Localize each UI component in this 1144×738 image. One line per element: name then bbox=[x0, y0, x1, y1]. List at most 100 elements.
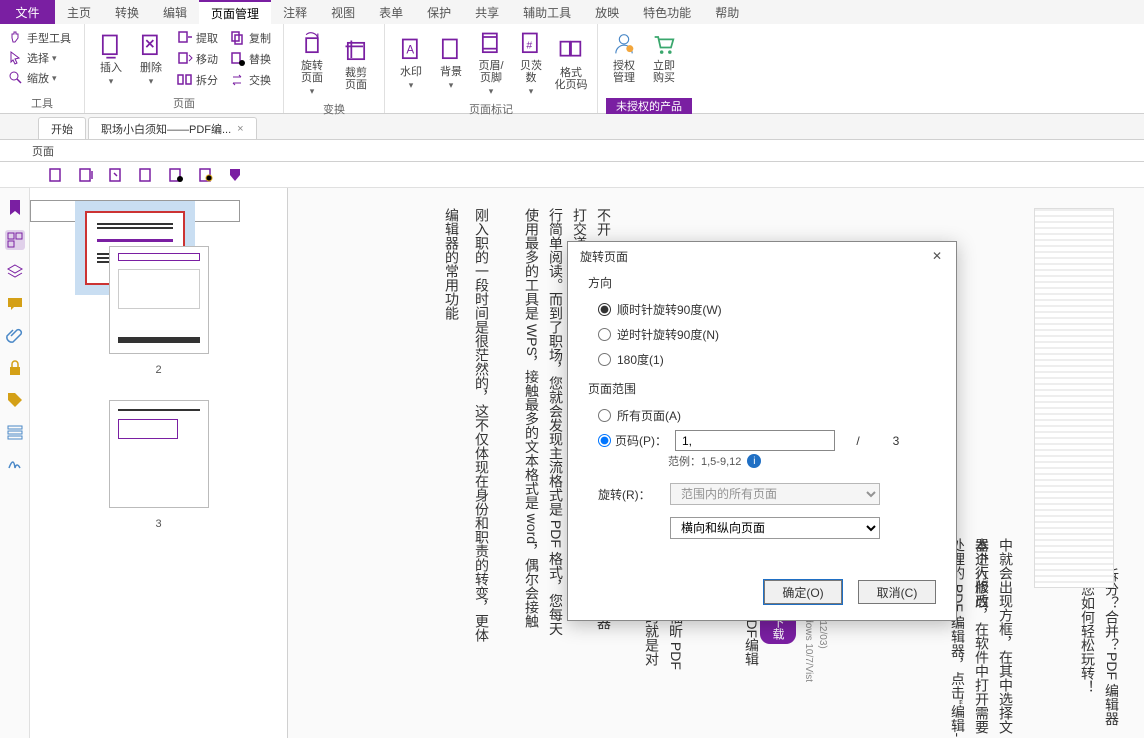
radio-cw[interactable]: 顺时针旋转90度(W) bbox=[588, 297, 936, 322]
menu-help[interactable]: 帮助 bbox=[703, 0, 751, 24]
background[interactable]: 背景▾ bbox=[431, 34, 471, 93]
page-move-label: 移动 bbox=[196, 51, 218, 67]
sidetab-thumbnails-icon[interactable] bbox=[5, 230, 25, 250]
rotate-scope-select[interactable]: 范围内的所有页面 bbox=[670, 483, 880, 505]
thumb-tool-2-icon[interactable] bbox=[78, 167, 94, 183]
tool-select[interactable]: 选择▾ bbox=[6, 48, 78, 68]
thumb-tool-5-icon[interactable] bbox=[168, 167, 184, 183]
page-rotate[interactable]: 旋转 页面▾ bbox=[290, 28, 334, 99]
page-replace[interactable]: 替换 bbox=[228, 49, 273, 69]
insert-icon bbox=[97, 32, 125, 60]
radio-180-input[interactable] bbox=[598, 353, 611, 366]
page-copy[interactable]: 复制 bbox=[228, 28, 273, 48]
radio-all-input[interactable] bbox=[598, 409, 611, 422]
tool-hand[interactable]: 手型工具 bbox=[6, 28, 78, 48]
page-split[interactable]: 拆分 bbox=[175, 70, 220, 90]
replace-icon bbox=[230, 51, 246, 67]
doc-text: 编辑器的常用功能 bbox=[440, 208, 464, 320]
radio-180[interactable]: 180度(1) bbox=[588, 347, 936, 372]
rotate-icon bbox=[298, 30, 326, 58]
watermark-label: 水印 bbox=[400, 66, 422, 78]
doc-text: 行简单阅读。而到了职场，您就会发现主流格式是 PDF 格式，您每天 bbox=[544, 208, 568, 636]
bates[interactable]: #贝茨 数▾ bbox=[511, 28, 551, 99]
ok-button[interactable]: 确定(O) bbox=[764, 580, 842, 604]
close-icon[interactable]: × bbox=[237, 123, 243, 135]
ribbon: 手型工具 选择▾ 缩放▾ 工具 插入▾ 删除▾ 提取 移动 拆分 复制 替换 交… bbox=[0, 24, 1144, 114]
zoom-icon bbox=[8, 70, 24, 86]
thumb-tool-6-icon[interactable] bbox=[198, 167, 214, 183]
page-delete[interactable]: 删除▾ bbox=[131, 30, 171, 89]
radio-all-label: 所有页面(A) bbox=[617, 407, 681, 424]
buy-now-label: 立即 购买 bbox=[653, 60, 675, 84]
sidetab-comments-icon[interactable] bbox=[5, 294, 25, 314]
sidetab-layers-icon[interactable] bbox=[5, 262, 25, 282]
menu-play[interactable]: 放映 bbox=[583, 0, 631, 24]
thumb-tool-1-icon[interactable] bbox=[48, 167, 64, 183]
panel-header: 页面 bbox=[0, 140, 1144, 162]
menu-assist[interactable]: 辅助工具 bbox=[511, 0, 583, 24]
dialog-close-button[interactable]: ✕ bbox=[926, 245, 948, 267]
radio-cw-input[interactable] bbox=[598, 303, 611, 316]
sidetab-bookmark-icon[interactable] bbox=[5, 198, 25, 218]
dialog-titlebar[interactable]: 旋转页面 ✕ bbox=[568, 242, 956, 270]
menu-file[interactable]: 文件 bbox=[0, 0, 55, 24]
sidetab-attachments-icon[interactable] bbox=[5, 326, 25, 346]
cancel-button[interactable]: 取消(C) bbox=[858, 580, 936, 604]
menu-comment[interactable]: 注释 bbox=[271, 0, 319, 24]
tab-start[interactable]: 开始 bbox=[38, 117, 86, 139]
ribbon-group-name-tools: 工具 bbox=[6, 93, 78, 113]
chevron-down-icon: ▾ bbox=[409, 80, 414, 91]
buy-now[interactable]: 立即 购买 bbox=[644, 28, 684, 86]
radio-page-numbers[interactable]: 页码(P)： bbox=[598, 432, 667, 449]
delete-icon bbox=[137, 32, 165, 60]
orientation-select[interactable]: 横向和纵向页面 bbox=[670, 517, 880, 539]
thumbnail-1[interactable]: 1 bbox=[30, 200, 240, 222]
ribbon-group-name-pagemark: 页面标记 bbox=[391, 99, 591, 119]
move-icon bbox=[177, 51, 193, 67]
menu-protect[interactable]: 保护 bbox=[415, 0, 463, 24]
headerfooter[interactable]: 页眉/ 页脚▾ bbox=[471, 28, 511, 99]
menu-edit[interactable]: 编辑 bbox=[151, 0, 199, 24]
menu-form[interactable]: 表单 bbox=[367, 0, 415, 24]
sidetab-security-icon[interactable] bbox=[5, 358, 25, 378]
cart-icon bbox=[650, 30, 678, 58]
auth-manage[interactable]: 授权 管理 bbox=[604, 28, 644, 86]
tool-zoom[interactable]: 缩放▾ bbox=[6, 68, 78, 88]
radio-all-pages[interactable]: 所有页面(A) bbox=[588, 403, 936, 428]
info-icon[interactable]: i bbox=[747, 454, 761, 468]
headerfooter-label: 页眉/ 页脚 bbox=[478, 60, 503, 84]
sidetab-tags-icon[interactable] bbox=[5, 390, 25, 410]
thumbnail-3[interactable]: 3 bbox=[30, 394, 287, 530]
thumbnail-2[interactable]: 2 bbox=[30, 240, 287, 376]
format-code[interactable]: 格式 化页码 bbox=[551, 35, 591, 93]
bates-icon: # bbox=[517, 30, 545, 58]
ribbon-group-change: 旋转 页面▾ 裁剪 页面 变换 bbox=[284, 24, 385, 113]
page-extract[interactable]: 提取 bbox=[175, 28, 220, 48]
tab-document[interactable]: 职场小白须知——PDF编...× bbox=[88, 117, 257, 139]
range-legend: 页面范围 bbox=[588, 380, 936, 397]
page-insert[interactable]: 插入▾ bbox=[91, 30, 131, 89]
sidetab-fields-icon[interactable] bbox=[5, 422, 25, 442]
menu-special[interactable]: 特色功能 bbox=[631, 0, 703, 24]
menu-share[interactable]: 共享 bbox=[463, 0, 511, 24]
page-crop-label: 裁剪 页面 bbox=[345, 67, 367, 91]
menu-home[interactable]: 主页 bbox=[55, 0, 103, 24]
sidetab-sign-icon[interactable] bbox=[5, 454, 25, 474]
thumb-tool-4-icon[interactable] bbox=[138, 167, 154, 183]
page-numbers-input[interactable] bbox=[675, 430, 835, 451]
menu-convert[interactable]: 转换 bbox=[103, 0, 151, 24]
radio-ccw-input[interactable] bbox=[598, 328, 611, 341]
page-crop[interactable]: 裁剪 页面 bbox=[334, 35, 378, 93]
page-move[interactable]: 移动 bbox=[175, 49, 220, 69]
menu-view[interactable]: 视图 bbox=[319, 0, 367, 24]
watermark[interactable]: A水印▾ bbox=[391, 34, 431, 93]
thumb-tool-3-icon[interactable] bbox=[108, 167, 124, 183]
chevron-down-icon: ▾ bbox=[52, 53, 57, 64]
example-text: 范例：1,5-9,12 bbox=[668, 453, 741, 469]
radio-pages-input[interactable] bbox=[598, 434, 611, 447]
radio-ccw[interactable]: 逆时针旋转90度(N) bbox=[588, 322, 936, 347]
thumb-tool-7-icon[interactable] bbox=[228, 167, 244, 183]
menu-page-manage[interactable]: 页面管理 bbox=[199, 0, 271, 24]
dialog-title: 旋转页面 bbox=[580, 248, 628, 265]
page-swap[interactable]: 交换 bbox=[228, 70, 273, 90]
